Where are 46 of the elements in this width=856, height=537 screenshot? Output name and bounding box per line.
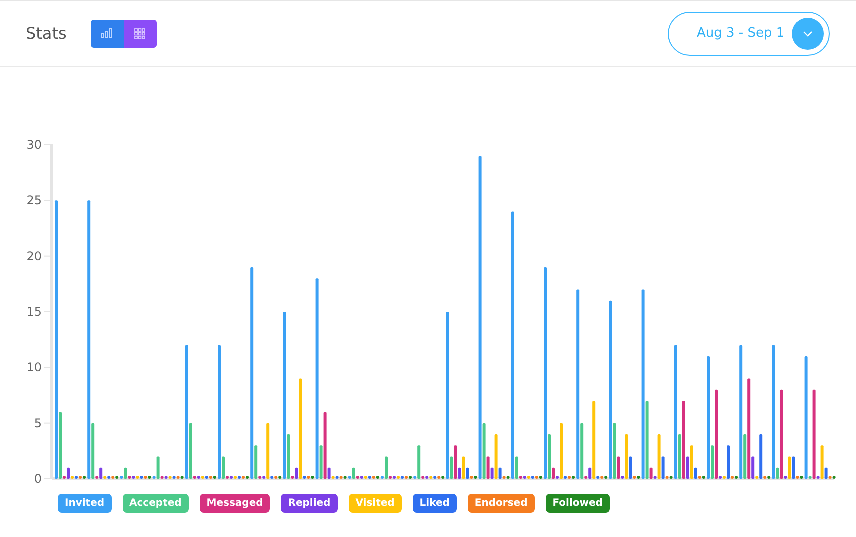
zero-value-marker [816,476,820,479]
chart-bar [124,468,128,479]
chart-bar [352,468,356,479]
zero-value-marker [784,476,788,479]
axis-tick-label: 0 [34,472,42,486]
chart-bar [156,456,160,479]
chart-bar [727,446,730,479]
legend-label[interactable]: Messaged [200,494,270,513]
legend-label[interactable]: Followed [546,494,610,513]
axis-tick-label: 15 [26,305,42,319]
grid-view-button[interactable] [124,20,157,48]
zero-value-marker [63,476,66,479]
axis-tick-label: 30 [26,138,42,152]
chart-bar [67,468,70,479]
grid-icon [134,28,146,40]
legend-label[interactable]: Liked [412,494,457,513]
axis-tick-label: 20 [26,249,42,264]
zero-value-marker [808,476,812,479]
zero-value-marker [96,476,99,479]
bar-chart-view-button[interactable] [90,20,124,48]
chart-bar [385,456,388,479]
zero-value-marker [414,476,417,479]
zero-value-marker [584,476,588,479]
legend-label[interactable]: Visited [348,494,402,513]
chart-bar [418,446,421,479]
axis-tick-label: 5 [34,416,42,430]
chart-bar [560,423,563,479]
zero-value-marker [621,476,624,479]
page-title: Stats [26,22,67,44]
legend-label[interactable]: Endorsed [468,494,535,513]
chart-bar [100,468,103,479]
axis-tick-label: 25 [26,194,42,208]
zero-value-marker [756,476,759,479]
date-range-picker[interactable]: Aug 3 - Sep 1 [668,12,830,56]
bar-chart-icon [100,28,114,39]
legend-label[interactable]: Accepted [122,494,189,513]
chart-bar [760,434,763,479]
axis-tick-label: 10 [26,360,42,375]
legend-label[interactable]: Replied [281,494,338,513]
zero-value-marker [381,476,384,479]
chevron-down-icon [803,30,813,36]
legend-label[interactable]: Invited [58,494,112,513]
chart-bar [266,423,270,479]
zero-value-marker [291,476,294,479]
zero-value-marker [654,476,657,479]
zero-value-marker [556,476,559,479]
